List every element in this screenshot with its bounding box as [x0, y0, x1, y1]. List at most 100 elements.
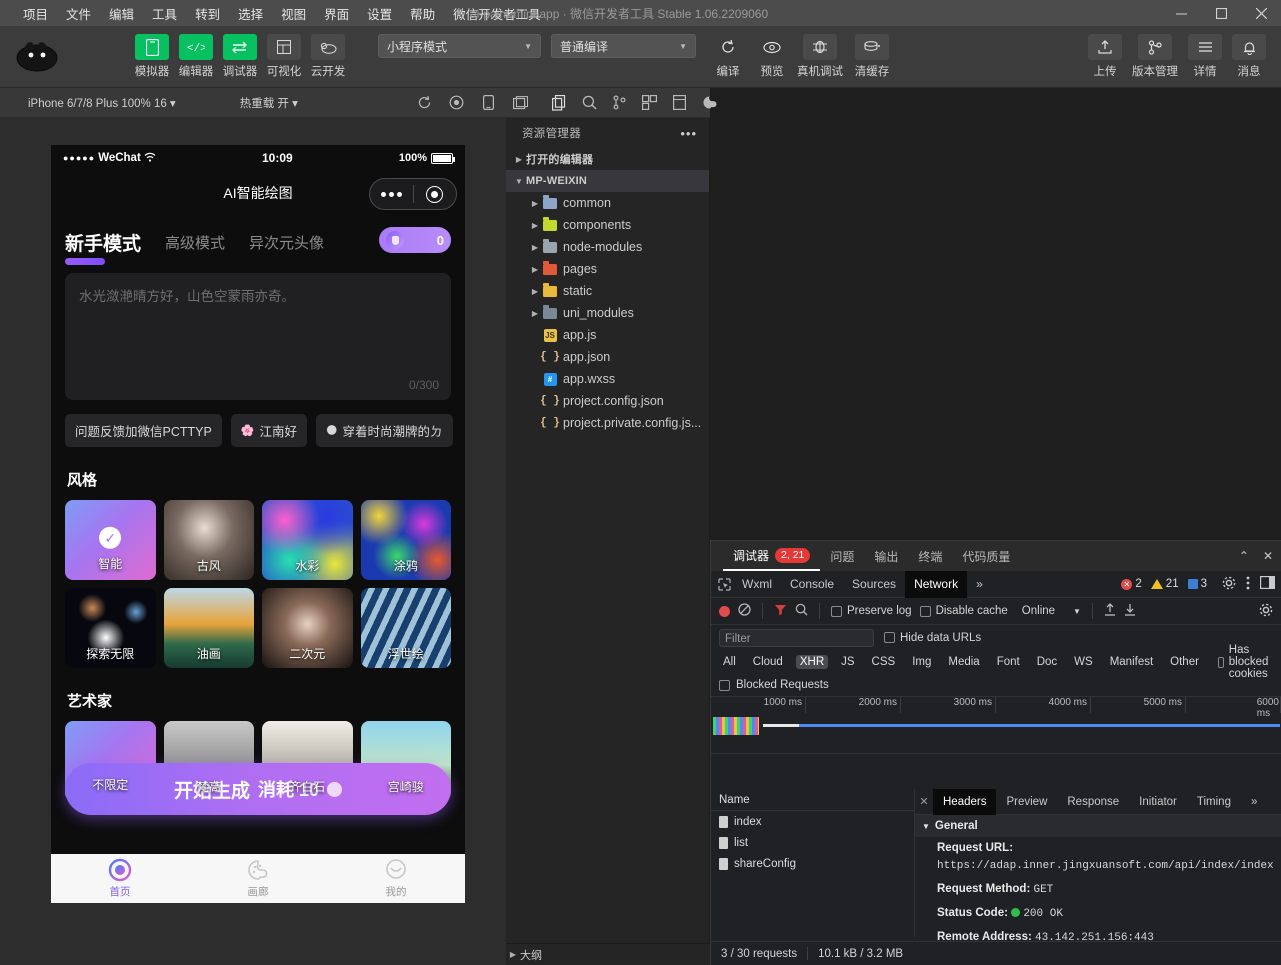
menu-item-goto[interactable]: 转到	[186, 2, 229, 25]
mobile-icon[interactable]	[480, 94, 497, 111]
subtab-more[interactable]: »	[967, 571, 992, 598]
style-cell-smart[interactable]: ✓ 智能	[65, 500, 156, 580]
toolbar-cloud-button[interactable]: 云开发	[309, 34, 347, 79]
record-icon[interactable]	[448, 94, 465, 111]
subtab-wxml[interactable]: Wxml	[733, 571, 781, 598]
detail-tab-response[interactable]: Response	[1057, 789, 1129, 815]
toolbar-device-debug-button[interactable]: 真机调试	[797, 34, 843, 79]
kebab-menu-icon[interactable]	[1246, 576, 1250, 593]
toolbar-upload-button[interactable]: 上传	[1086, 34, 1124, 79]
tree-item-project-config[interactable]: ▶ { } project.config.json	[506, 390, 709, 412]
phone-preview[interactable]: ●●●●● WeChat 10:09 100% AI智能绘图 新手模式 高级模式…	[51, 145, 465, 903]
panel-tab-problems[interactable]: 问题	[820, 541, 864, 571]
preserve-log-checkbox[interactable]: Preserve log	[831, 605, 912, 617]
menu-item-project[interactable]: 项目	[14, 2, 57, 25]
type-filter-cloud[interactable]: Cloud	[749, 655, 787, 669]
search-icon[interactable]	[795, 603, 808, 619]
tree-item-components[interactable]: ▶ components	[506, 214, 709, 236]
record-icon[interactable]	[719, 605, 730, 617]
close-icon[interactable]	[1241, 0, 1281, 26]
tab-advanced-mode[interactable]: 高级模式	[165, 232, 225, 259]
tabbar-item-home[interactable]: 首页	[51, 858, 189, 899]
panel-tab-code-quality[interactable]: 代码质量	[952, 541, 1020, 571]
filter-input[interactable]: Filter	[719, 628, 874, 647]
tree-item-common[interactable]: ▶ common	[506, 192, 709, 214]
error-count[interactable]: ✕ 2	[1121, 578, 1142, 590]
network-settings-gear-icon[interactable]	[1259, 603, 1273, 620]
hot-reload-select[interactable]: 热重载 开 ▾	[232, 95, 306, 111]
detail-tab-headers[interactable]: Headers	[933, 788, 997, 815]
style-cell-guofeng[interactable]: 古风	[163, 500, 254, 580]
type-filter-other[interactable]: Other	[1166, 655, 1203, 669]
subtab-sources[interactable]: Sources	[843, 571, 905, 598]
close-icon[interactable]: ✕	[1263, 549, 1273, 563]
type-filter-css[interactable]: CSS	[868, 655, 900, 669]
subtab-network[interactable]: Network	[905, 570, 968, 598]
outline-section[interactable]: ▶ 大纲	[506, 943, 710, 965]
detail-tab-initiator[interactable]: Initiator	[1129, 789, 1187, 815]
import-har-icon[interactable]	[1104, 603, 1116, 619]
hide-data-urls-checkbox[interactable]: Hide data URLs	[884, 632, 981, 644]
tree-item-app-wxss[interactable]: ▶ # app.wxss	[506, 368, 709, 390]
copy-icon[interactable]	[551, 94, 568, 111]
toolbar-details-button[interactable]: 详情	[1186, 34, 1224, 79]
tree-item-uni-modules[interactable]: ▶ uni_modules	[506, 302, 709, 324]
info-count[interactable]: 3	[1187, 578, 1207, 590]
request-row[interactable]: index	[711, 811, 914, 832]
menu-item-view[interactable]: 视图	[272, 2, 315, 25]
type-filter-manifest[interactable]: Manifest	[1106, 655, 1157, 669]
mode-select[interactable]: 小程序模式 ▼	[378, 34, 541, 58]
detail-tab-more[interactable]: »	[1241, 789, 1267, 815]
close-detail-icon[interactable]: ✕	[915, 795, 933, 808]
detail-tab-timing[interactable]: Timing	[1187, 789, 1241, 815]
dock-side-icon[interactable]	[1260, 576, 1276, 592]
export-har-icon[interactable]	[1124, 603, 1136, 619]
toolbar-debugger-button[interactable]: 调试器	[221, 34, 259, 79]
more-icon[interactable]	[370, 191, 413, 197]
panel-tab-output[interactable]: 输出	[864, 541, 908, 571]
maximize-icon[interactable]	[1201, 0, 1241, 26]
style-cell-watercolor[interactable]: 水彩	[262, 500, 353, 580]
tree-item-app-js[interactable]: ▶ JS app.js	[506, 324, 709, 346]
type-filter-ws[interactable]: WS	[1070, 655, 1097, 669]
git-icon[interactable]	[611, 94, 628, 111]
request-row[interactable]: list	[711, 832, 914, 853]
more-icon[interactable]: •••	[680, 126, 697, 141]
style-cell-oil[interactable]: 油画	[163, 588, 254, 668]
type-filter-all[interactable]: All	[719, 655, 740, 669]
compile-select[interactable]: 普通编译 ▼	[551, 34, 696, 58]
menu-item-settings[interactable]: 设置	[358, 2, 401, 25]
detail-tab-preview[interactable]: Preview	[996, 789, 1057, 815]
tree-item-app-json[interactable]: ▶ { } app.json	[506, 346, 709, 368]
tab-anime-avatar[interactable]: 异次元头像	[249, 232, 324, 259]
gear-icon[interactable]	[1222, 576, 1236, 593]
type-filter-xhr[interactable]: XHR	[795, 655, 829, 669]
tree-open-editors[interactable]: ▶ 打开的编辑器	[506, 148, 709, 170]
clear-icon[interactable]	[738, 603, 751, 619]
toolbar-compile-button[interactable]: 编译	[709, 34, 747, 79]
style-cell-anime[interactable]: 二次元	[262, 588, 353, 668]
tree-item-pages[interactable]: ▶ pages	[506, 258, 709, 280]
collapse-icon[interactable]: ⌃	[1239, 549, 1249, 563]
device-select[interactable]: iPhone 6/7/8 Plus 100% 16 ▾	[20, 96, 184, 110]
request-list-header[interactable]: Name	[711, 789, 914, 811]
type-filter-img[interactable]: Img	[908, 655, 935, 669]
toolbar-simulator-button[interactable]: 模拟器	[133, 34, 171, 79]
menu-item-select[interactable]: 选择	[229, 2, 272, 25]
inspect-element-icon[interactable]	[715, 577, 733, 591]
disable-cache-checkbox[interactable]: Disable cache	[919, 605, 1008, 617]
menu-item-file[interactable]: 文件	[57, 2, 100, 25]
toolbar-clear-cache-button[interactable]: 清缓存	[849, 34, 895, 79]
has-blocked-cookies-checkbox[interactable]: Has blocked cookies	[1217, 644, 1274, 680]
tree-item-static[interactable]: ▶ static	[506, 280, 709, 302]
menu-item-edit[interactable]: 编辑	[100, 2, 143, 25]
type-filter-media[interactable]: Media	[944, 655, 983, 669]
chip-jiangnan[interactable]: 🌸 江南好	[230, 414, 308, 447]
style-cell-doodle[interactable]: 涂鸦	[360, 500, 451, 580]
menu-item-help[interactable]: 帮助	[401, 2, 444, 25]
screenshot-icon[interactable]	[512, 94, 529, 111]
toolbar-message-button[interactable]: 消息	[1230, 34, 1268, 79]
tabbar-item-profile[interactable]: 我的	[327, 858, 465, 899]
checkbox-icon[interactable]	[719, 679, 730, 691]
rotate-icon[interactable]	[416, 94, 433, 111]
